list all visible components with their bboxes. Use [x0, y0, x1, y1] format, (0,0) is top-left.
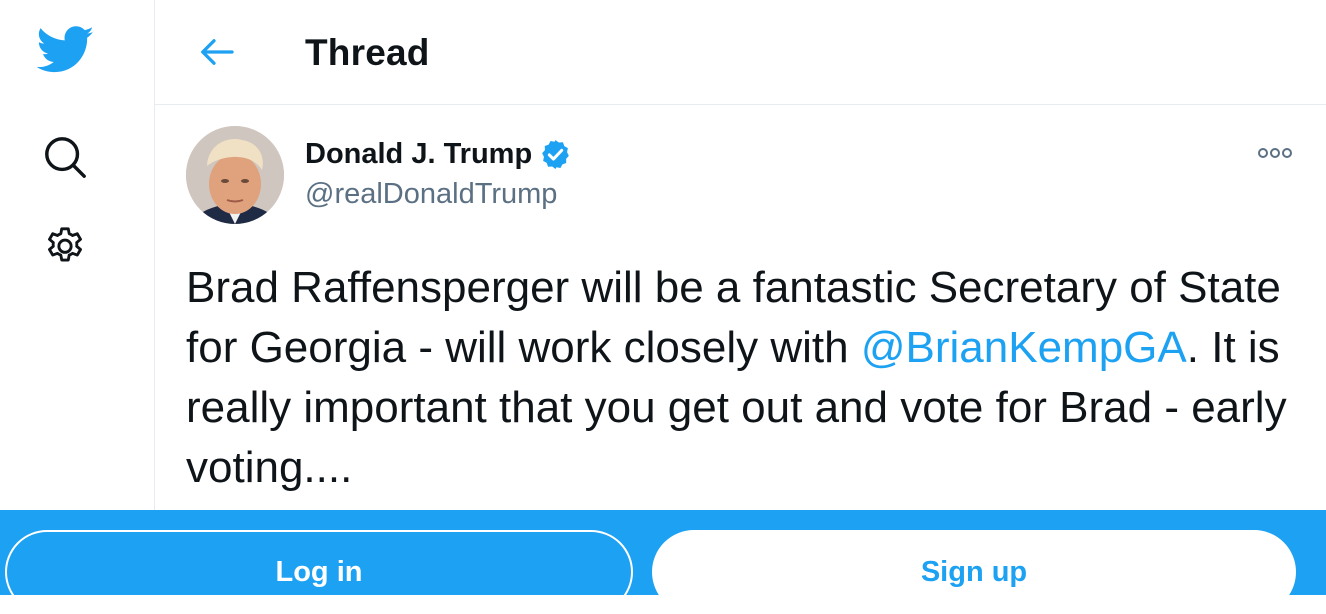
login-button[interactable]: Log in	[5, 530, 633, 614]
more-horizontal-icon	[1258, 148, 1292, 158]
verified-badge-icon	[539, 138, 572, 171]
back-button[interactable]	[195, 30, 239, 74]
gear-icon[interactable]	[38, 220, 92, 274]
signup-label: Sign up	[920, 556, 1028, 588]
mention-link[interactable]: @BrianKempGA	[861, 323, 1187, 372]
main-column: Thread Donald J. Trump @realDonaldTrump …	[154, 0, 1326, 595]
arrow-left-icon	[201, 39, 234, 65]
search-icon[interactable]	[38, 130, 92, 184]
author-name-row: Donald J. Trump	[305, 134, 572, 174]
bottom-bar: Log in Sign up	[0, 510, 1326, 614]
avatar[interactable]	[186, 126, 284, 224]
signup-button[interactable]: Sign up	[652, 530, 1296, 614]
author-name[interactable]: Donald J. Trump	[305, 134, 532, 174]
tweet: Donald J. Trump @realDonaldTrump Brad Ra…	[155, 106, 1326, 510]
tweet-text: Brad Raffensperger will be a fantastic S…	[186, 258, 1306, 498]
login-label: Log in	[275, 556, 363, 588]
more-button[interactable]	[1255, 138, 1295, 168]
author-handle[interactable]: @realDonaldTrump	[305, 174, 557, 214]
sidebar	[0, 0, 154, 595]
thread-header: Thread	[155, 0, 1326, 105]
page-title: Thread	[305, 32, 430, 73]
twitter-bird-icon[interactable]	[36, 24, 96, 76]
